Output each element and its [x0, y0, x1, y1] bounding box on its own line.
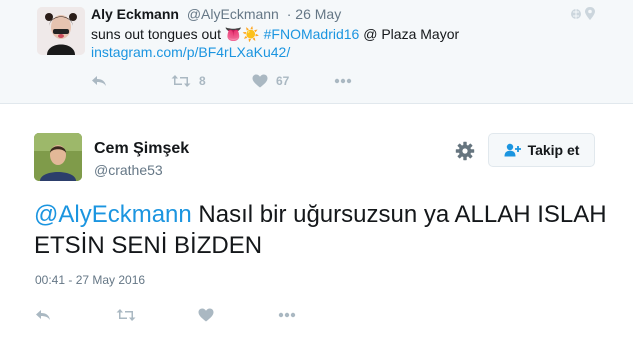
- reply-button[interactable]: [35, 306, 51, 324]
- add-user-icon: [504, 143, 521, 157]
- mention-link[interactable]: @AlyEckmann: [34, 201, 192, 228]
- avatar[interactable]: [37, 7, 85, 55]
- more-button[interactable]: [334, 72, 352, 90]
- retweet-button[interactable]: 8: [171, 72, 206, 90]
- more-button[interactable]: [278, 306, 296, 324]
- reply-icon: [36, 310, 50, 320]
- like-button[interactable]: [198, 306, 214, 324]
- author-handle[interactable]: @AlyEckmann: [187, 6, 279, 22]
- tweet-text: suns out tongues out 👅☀️ #FNOMadrid16 @ …: [91, 26, 459, 43]
- retweet-icon: [171, 75, 191, 87]
- top-tweet: Aly Eckmann @AlyEckmann · 26 May suns ou…: [0, 0, 633, 104]
- globe-icon[interactable]: [571, 9, 581, 19]
- reply-icon: [92, 76, 106, 86]
- follow-button[interactable]: Takip et: [488, 133, 595, 167]
- author-name[interactable]: Cem Şimşek: [94, 140, 189, 158]
- location-pin-icon[interactable]: [585, 7, 595, 20]
- author-handle[interactable]: @crathe53: [94, 162, 163, 178]
- heart-icon: [198, 308, 214, 322]
- more-icon: [334, 78, 352, 84]
- tweet-header: Aly Eckmann @AlyEckmann · 26 May: [91, 6, 341, 22]
- follow-button-label: Takip et: [527, 142, 580, 158]
- tweet-emoji: 👅☀️: [224, 26, 260, 42]
- tweet-timestamp[interactable]: 00:41 - 27 May 2016: [35, 273, 145, 287]
- reply-button[interactable]: [91, 72, 107, 90]
- instagram-link[interactable]: instagram.com/p/BF4rLXaKu42/: [91, 44, 290, 60]
- retweet-icon: [116, 309, 136, 321]
- tweet-date[interactable]: · 26 May: [287, 6, 341, 22]
- like-count: 67: [276, 74, 290, 88]
- like-button[interactable]: 67: [252, 72, 289, 90]
- avatar[interactable]: [34, 133, 82, 181]
- retweet-button[interactable]: [116, 306, 136, 324]
- more-icon: [278, 312, 296, 318]
- gear-icon[interactable]: [455, 141, 475, 166]
- heart-icon: [252, 74, 268, 88]
- tweet-url: instagram.com/p/BF4rLXaKu42/: [91, 44, 290, 60]
- author-name[interactable]: Aly Eckmann: [91, 6, 179, 22]
- retweet-count: 8: [199, 74, 206, 88]
- tweet-meta-icons: [568, 5, 598, 26]
- tweet-location: @ Plaza Mayor: [359, 26, 460, 42]
- hashtag-link[interactable]: #FNOMadrid16: [264, 26, 360, 42]
- tweet-text: @AlyEckmann Nasıl bir uğursuzsun ya ALLA…: [34, 199, 614, 261]
- tweet-text-start: suns out tongues out: [91, 26, 225, 42]
